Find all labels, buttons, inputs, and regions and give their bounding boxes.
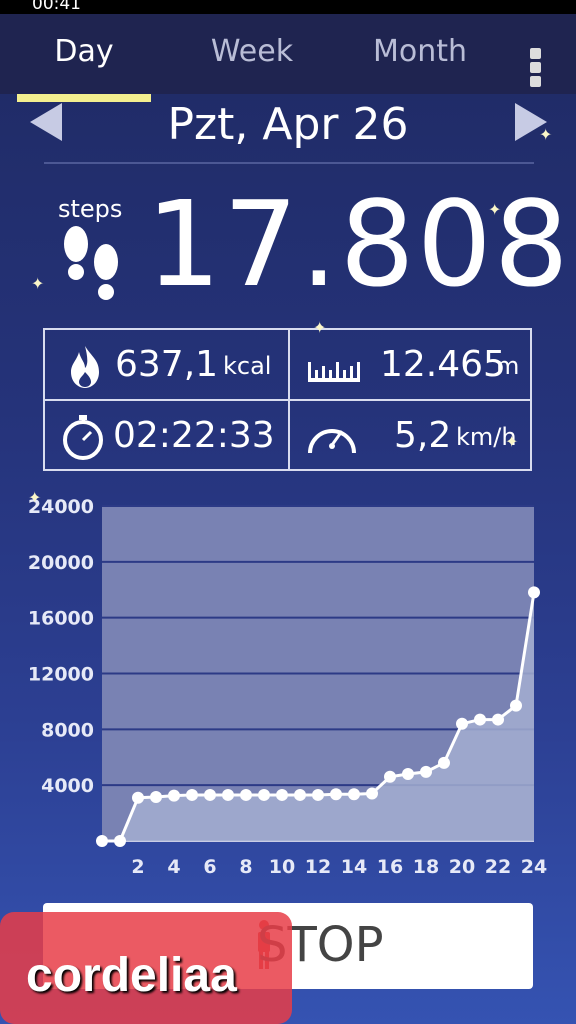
tab-bar: Day Week Month xyxy=(0,14,576,102)
data-point xyxy=(474,713,486,726)
calories-cell: 637,1 kcal xyxy=(45,330,288,399)
data-point xyxy=(186,788,198,801)
data-point xyxy=(528,586,540,599)
y-tick-label: 16000 xyxy=(28,608,94,630)
y-tick-label: 12000 xyxy=(28,664,94,686)
watermark-text: cordeliaa xyxy=(26,949,237,1002)
x-tick-label: 14 xyxy=(341,856,367,878)
ruler-icon xyxy=(308,362,360,382)
x-tick-label: 24 xyxy=(521,856,547,878)
data-point xyxy=(384,770,396,783)
date-navigator: Pzt, Apr 26 xyxy=(0,95,576,161)
y-tick-label: 4000 xyxy=(41,775,94,797)
calories-value: 637,1 xyxy=(115,344,219,385)
data-point xyxy=(312,788,324,801)
data-point xyxy=(276,788,288,801)
flame-icon xyxy=(71,346,99,388)
speedometer-icon xyxy=(308,429,356,454)
steps-chart: 4000 8000 12000 16000 20000 24000 2 4 6 8 10 12 14 16… xyxy=(0,490,576,890)
data-point xyxy=(240,788,252,801)
x-tick-label: 6 xyxy=(203,856,216,878)
distance-value: 12.465 xyxy=(380,344,506,385)
data-point xyxy=(204,788,216,801)
data-point xyxy=(132,791,144,804)
sparkle-decoration: ✦ xyxy=(31,274,45,293)
data-point xyxy=(402,768,414,780)
sparkle-decoration: ✦ xyxy=(488,200,502,219)
x-tick-label: 16 xyxy=(377,856,403,878)
sparkle-decoration: ✦ xyxy=(505,432,519,451)
data-point xyxy=(330,788,342,801)
steps-chart-svg: 40008000120001600020000240002 4 6 8 10 12 14 16… xyxy=(28,496,547,878)
tab-month[interactable]: Month xyxy=(355,34,485,69)
speed-value: 5,2 xyxy=(394,415,452,456)
data-point xyxy=(492,713,504,726)
data-point xyxy=(294,788,306,801)
data-point xyxy=(456,717,468,730)
stopwatch-icon xyxy=(63,415,103,460)
x-tick-label: 4 xyxy=(167,856,180,878)
duration-cell: 02:22:33 xyxy=(45,401,288,470)
previous-day-button[interactable] xyxy=(30,103,62,141)
steps-label: steps xyxy=(58,195,123,223)
x-tick-label: 8 xyxy=(239,856,252,878)
data-point xyxy=(222,788,234,801)
data-point xyxy=(510,699,522,712)
overflow-menu-icon[interactable] xyxy=(530,48,542,88)
speed-cell: 5,2 km/h xyxy=(290,401,533,470)
watermark-badge: cordeliaa xyxy=(0,912,292,1024)
tab-week[interactable]: Week xyxy=(190,34,314,69)
y-tick-label: 8000 xyxy=(41,719,94,741)
sparkle-decoration: ✦ xyxy=(313,318,327,337)
data-point xyxy=(150,791,162,804)
data-point xyxy=(348,788,360,801)
data-point xyxy=(96,835,108,847)
data-point xyxy=(258,788,270,801)
tab-day[interactable]: Day xyxy=(18,34,150,69)
data-point xyxy=(420,765,432,778)
x-tick-label: 22 xyxy=(485,856,511,878)
data-point xyxy=(366,787,378,800)
sparkle-decoration: ✦ xyxy=(539,125,553,144)
status-time: 00:41 xyxy=(32,0,81,14)
date-label: Pzt, Apr 26 xyxy=(167,99,409,150)
data-point xyxy=(114,835,126,847)
x-tick-label: 10 xyxy=(269,856,295,878)
y-tick-label: 20000 xyxy=(28,552,94,574)
sparkle-decoration: ✦ xyxy=(28,488,42,507)
stats-grid: 637,1 kcal 12.465 m 02:22:33 5,2 km/h xyxy=(43,328,532,471)
duration-value: 02:22:33 xyxy=(113,415,275,456)
x-tick-label: 20 xyxy=(449,856,475,878)
step-count: 17.808 xyxy=(146,175,571,313)
footprints-icon xyxy=(64,226,118,300)
distance-cell: 12.465 m xyxy=(290,330,533,399)
distance-unit: m xyxy=(496,352,520,380)
x-tick-label: 12 xyxy=(305,856,331,878)
data-point xyxy=(168,789,180,802)
status-bar: 00:41 xyxy=(0,0,576,14)
calories-unit: kcal xyxy=(223,352,272,380)
x-tick-label: 2 xyxy=(131,856,144,878)
data-point xyxy=(438,756,450,769)
divider xyxy=(44,162,534,164)
x-tick-label: 18 xyxy=(413,856,439,878)
